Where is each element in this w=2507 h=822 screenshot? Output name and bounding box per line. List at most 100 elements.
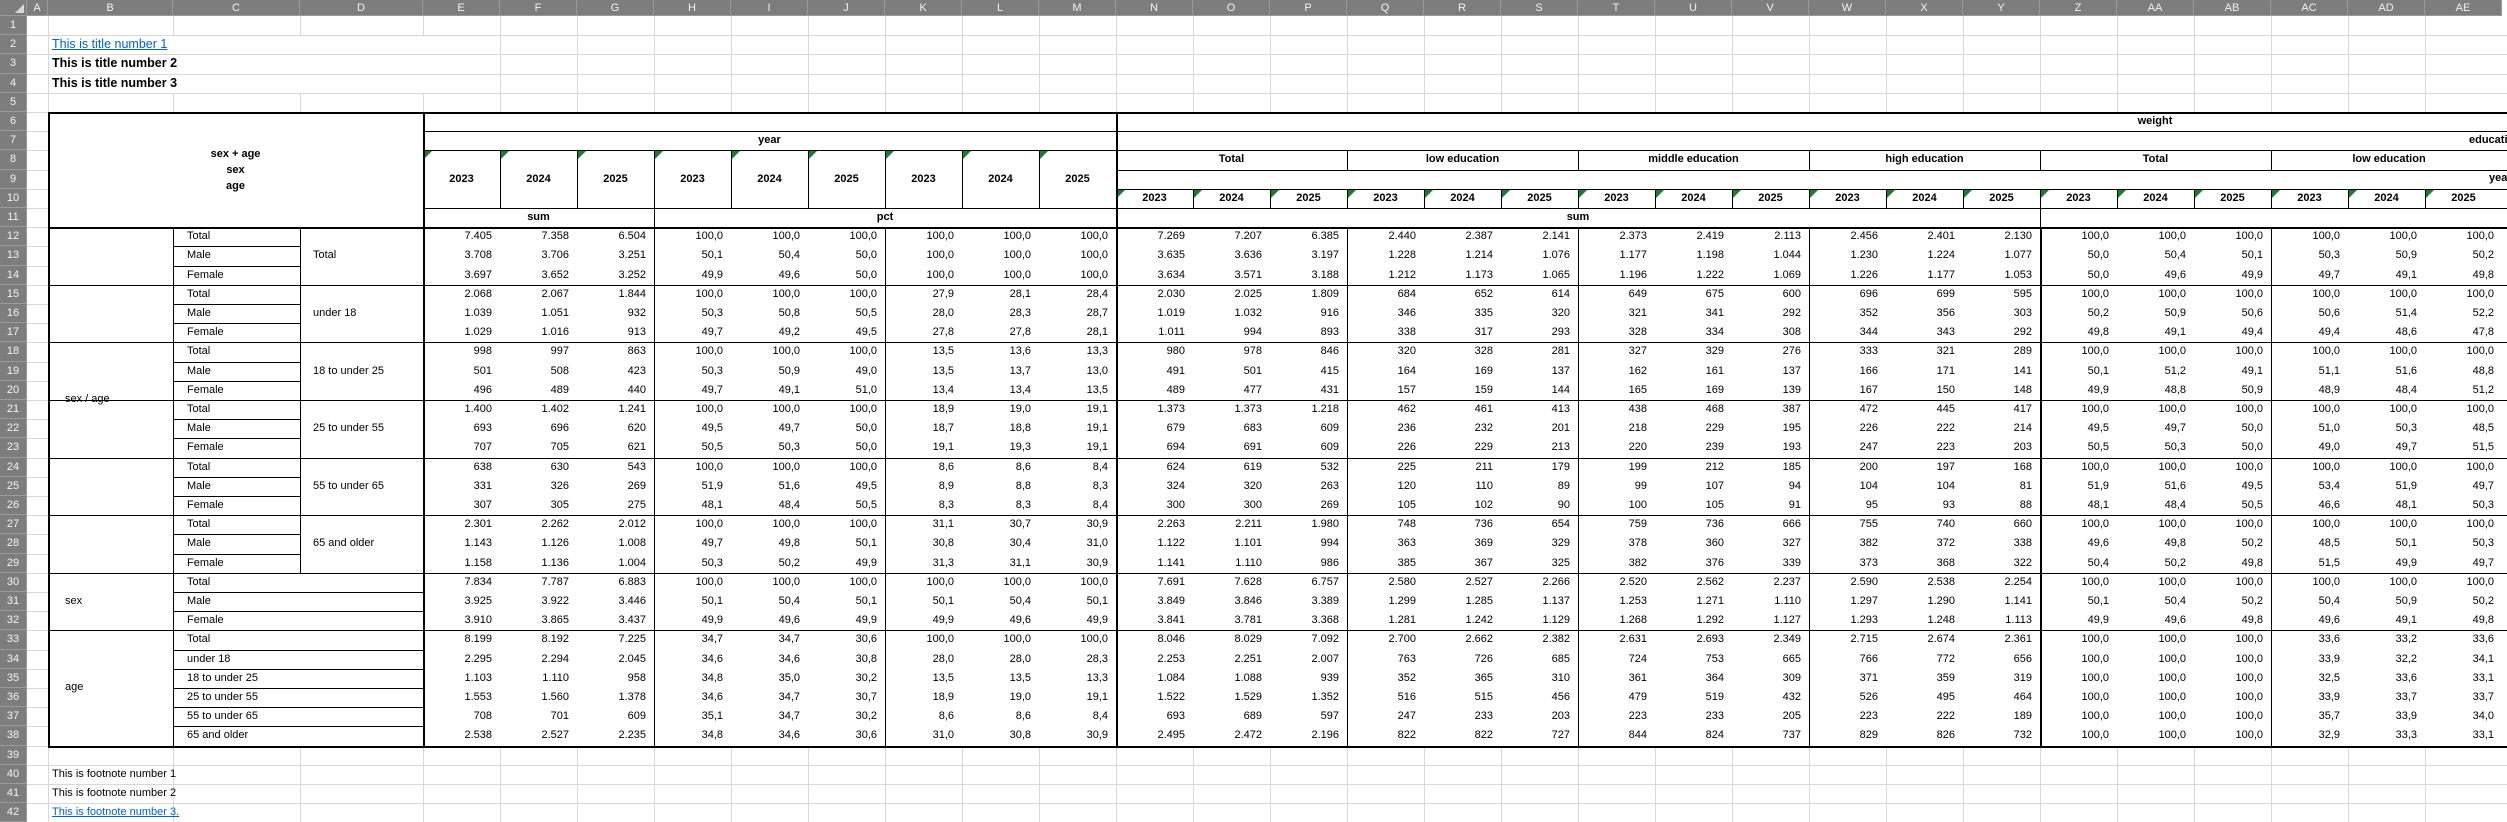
column-header-H[interactable]: H (654, 0, 731, 16)
data-cell[interactable]: 28,1 (962, 285, 1039, 304)
data-cell[interactable]: 50,0 (2040, 266, 2117, 285)
data-cell[interactable]: 51,9 (2040, 477, 2117, 496)
data-cell[interactable]: 50,0 (808, 438, 885, 457)
data-cell[interactable]: 100 (1578, 496, 1655, 515)
data-cell[interactable]: 19,3 (962, 438, 1039, 457)
data-cell[interactable]: 515 (1424, 688, 1501, 707)
row-header-20[interactable]: 20 (0, 381, 27, 400)
data-cell[interactable]: 994 (1270, 534, 1347, 553)
education-group-cell[interactable]: high education (1809, 150, 2040, 169)
data-cell[interactable]: 844 (1578, 726, 1655, 745)
data-cell[interactable]: 100,0 (962, 246, 1039, 265)
data-cell[interactable]: 137 (1732, 362, 1809, 381)
data-cell[interactable]: 508 (500, 362, 577, 381)
data-cell[interactable]: 378 (1578, 534, 1655, 553)
data-cell[interactable]: 707 (423, 438, 500, 457)
data-cell[interactable]: 696 (500, 419, 577, 438)
data-cell[interactable]: 597 (1270, 707, 1347, 726)
data-cell[interactable]: 94 (1732, 477, 1809, 496)
row-header-8[interactable]: 8 (0, 150, 27, 169)
row-header-42[interactable]: 42 (0, 803, 27, 822)
column-header-A[interactable]: A (27, 0, 48, 16)
data-cell[interactable]: 100,0 (885, 227, 962, 246)
data-cell[interactable]: 319 (1963, 669, 2040, 688)
stub-sex-cell[interactable]: Male (173, 477, 300, 496)
data-cell[interactable]: 2.562 (1655, 573, 1732, 592)
data-cell[interactable]: 49,6 (2040, 534, 2117, 553)
row-header-17[interactable]: 17 (0, 323, 27, 342)
data-cell[interactable]: 50,0 (808, 266, 885, 285)
data-cell[interactable]: 1.242 (1424, 611, 1501, 630)
data-cell[interactable]: 162 (1578, 362, 1655, 381)
data-cell[interactable]: 30,6 (808, 726, 885, 745)
data-cell[interactable]: 822 (1424, 726, 1501, 745)
column-header-P[interactable]: P (1270, 0, 1347, 16)
data-cell[interactable]: 50,1 (885, 592, 962, 611)
data-cell[interactable]: 772 (1886, 650, 1963, 669)
data-cell[interactable]: 7.225 (577, 630, 654, 649)
data-cell[interactable]: 50,3 (2425, 534, 2502, 553)
data-cell[interactable]: 1.214 (1424, 246, 1501, 265)
data-cell[interactable]: 100,0 (1039, 573, 1116, 592)
row-header-2[interactable]: 2 (0, 35, 27, 54)
data-cell[interactable]: 50,5 (654, 438, 731, 457)
data-cell[interactable]: 164 (1347, 362, 1424, 381)
data-cell[interactable]: 33,1 (2425, 726, 2502, 745)
data-cell[interactable]: 7.834 (423, 573, 500, 592)
data-cell[interactable]: 48,8 (2117, 381, 2194, 400)
data-cell[interactable]: 726 (1424, 650, 1501, 669)
data-cell[interactable]: 50,2 (2425, 592, 2502, 611)
data-cell[interactable]: 1.127 (1732, 611, 1809, 630)
data-cell[interactable]: 3.571 (1193, 266, 1270, 285)
row-header-7[interactable]: 7 (0, 131, 27, 150)
data-cell[interactable]: 3.925 (423, 592, 500, 611)
data-cell[interactable]: 8,6 (962, 707, 1039, 726)
data-cell[interactable]: 50,1 (1039, 592, 1116, 611)
column-header-AA[interactable]: AA (2117, 0, 2194, 16)
stub-head-cell[interactable]: sex + age sex age (48, 112, 423, 227)
data-cell[interactable]: 329 (1501, 534, 1578, 553)
data-cell[interactable]: 49,6 (731, 266, 808, 285)
data-cell[interactable]: 19,1 (1039, 438, 1116, 457)
data-cell[interactable]: 327 (1578, 342, 1655, 361)
data-cell[interactable]: 229 (1424, 438, 1501, 457)
data-cell[interactable]: 1.553 (423, 688, 500, 707)
data-cell[interactable]: 169 (1424, 362, 1501, 381)
data-cell[interactable]: 49,9 (808, 554, 885, 573)
data-cell[interactable]: 100,0 (962, 227, 1039, 246)
row-header-26[interactable]: 26 (0, 496, 27, 515)
data-cell[interactable]: 1.008 (577, 534, 654, 553)
data-cell[interactable]: 100,0 (2425, 458, 2502, 477)
data-cell[interactable]: 28,7 (1039, 304, 1116, 323)
data-cell[interactable]: 320 (1501, 304, 1578, 323)
data-cell[interactable]: 33,7 (2425, 688, 2502, 707)
data-cell[interactable]: 28,0 (962, 650, 1039, 669)
data-cell[interactable]: 13,0 (1039, 362, 1116, 381)
data-cell[interactable]: 100,0 (2117, 669, 2194, 688)
data-cell[interactable]: 3.652 (500, 266, 577, 285)
data-cell[interactable]: 1.281 (1347, 611, 1424, 630)
data-cell[interactable]: 1.126 (500, 534, 577, 553)
data-cell[interactable]: 363 (1347, 534, 1424, 553)
data-cell[interactable]: 51,9 (2348, 477, 2425, 496)
data-cell[interactable]: 213 (1501, 438, 1578, 457)
data-cell[interactable]: 614 (1501, 285, 1578, 304)
data-cell[interactable]: 382 (1578, 554, 1655, 573)
row-header-14[interactable]: 14 (0, 266, 27, 285)
data-cell[interactable]: 1.141 (1116, 554, 1193, 573)
data-cell[interactable]: 766 (1809, 650, 1886, 669)
data-cell[interactable]: 49,9 (808, 611, 885, 630)
data-cell[interactable]: 1.400 (423, 400, 500, 419)
data-cell[interactable]: 100,0 (2117, 458, 2194, 477)
stub-sex-cell[interactable]: Total (173, 515, 300, 534)
data-cell[interactable]: 913 (577, 323, 654, 342)
data-cell[interactable]: 100,0 (1039, 227, 1116, 246)
data-cell[interactable]: 1.029 (423, 323, 500, 342)
data-cell[interactable]: 6.883 (577, 573, 654, 592)
data-cell[interactable]: 33,1 (2425, 669, 2502, 688)
data-cell[interactable]: 48,9 (2271, 381, 2348, 400)
data-cell[interactable]: 50,3 (731, 438, 808, 457)
data-cell[interactable]: 49,0 (2271, 438, 2348, 457)
data-cell[interactable]: 8,3 (1039, 477, 1116, 496)
data-cell[interactable]: 100,0 (2040, 458, 2117, 477)
